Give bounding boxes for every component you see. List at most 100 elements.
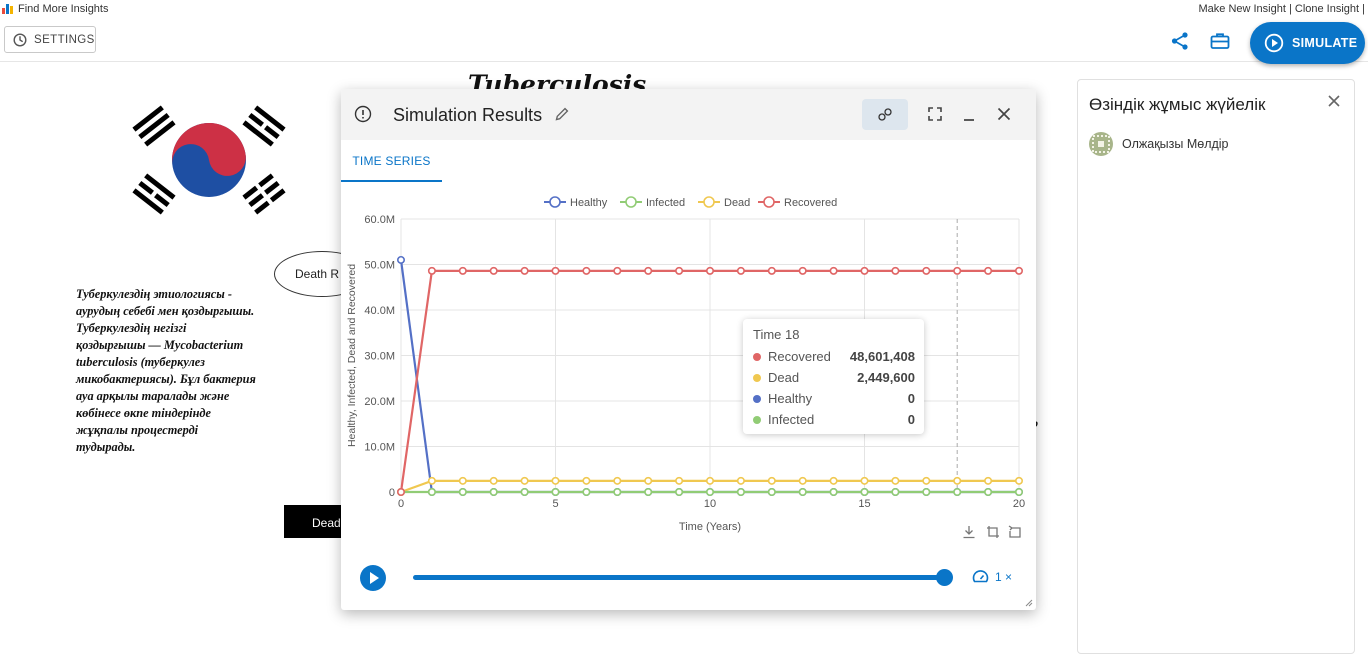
data-point-infected <box>427 487 436 496</box>
x-tick-label: 0 <box>398 498 404 510</box>
tooltip-row-value: 2,449,600 <box>857 370 915 385</box>
data-point-recovered <box>798 266 807 275</box>
right-info-panel: Өзіндік жұмыс жүйелік Олжақызы Мөлдір <box>1077 79 1355 654</box>
description-text: Туберкулездің этиологиясы - аурудың себе… <box>76 287 256 454</box>
data-point-infected <box>582 487 591 496</box>
data-point-dead <box>891 476 900 485</box>
legend-marker <box>549 196 561 208</box>
data-point-recovered <box>953 266 962 275</box>
compare-series-button[interactable] <box>862 99 908 130</box>
settings-button[interactable]: SETTINGS <box>4 26 96 53</box>
x-axis-title: Time (Years) <box>679 521 741 533</box>
legend-marker <box>703 196 715 208</box>
simulation-results-window: Simulation Results TIME SERIES 0 10.0M 2… <box>341 89 1036 610</box>
briefcase-icon[interactable] <box>1210 32 1230 50</box>
data-point-infected <box>551 487 560 496</box>
tooltip-title: Time 18 <box>753 327 800 342</box>
series-dot-icon <box>753 395 761 403</box>
hover-tooltip: Time 18 Recovered 48,601,408 Dead 2,449,… <box>743 319 924 434</box>
data-point-infected <box>798 487 807 496</box>
data-point-infected <box>613 487 622 496</box>
time-slider-knob[interactable] <box>936 569 953 586</box>
panel-title: Өзіндік жұмыс жүйелік <box>1089 95 1266 114</box>
play-circle-icon <box>1264 33 1284 53</box>
data-point-infected <box>705 487 714 496</box>
legend-label: Recovered <box>784 197 837 209</box>
data-point-infected <box>984 487 993 496</box>
data-point-recovered <box>1014 266 1023 275</box>
data-point-recovered <box>860 266 869 275</box>
y-tick-label: 50.0M <box>364 260 395 272</box>
data-point-dead <box>860 476 869 485</box>
tab-time-series[interactable]: TIME SERIES <box>341 140 442 182</box>
simulate-button[interactable]: SIMULATE <box>1250 22 1365 64</box>
y-tick-label: 20.0M <box>364 396 395 408</box>
tooltip-row: Infected 0 <box>753 412 915 427</box>
data-point-recovered <box>551 266 560 275</box>
data-point-recovered <box>922 266 931 275</box>
legend-item-healthy[interactable]: Healthy <box>544 196 608 209</box>
legend-marker <box>763 196 775 208</box>
share-icon[interactable] <box>1170 31 1190 51</box>
tooltip-row-label: Recovered <box>768 349 831 364</box>
settings-label: SETTINGS <box>34 33 95 46</box>
data-point-dead <box>984 476 993 485</box>
zoom-area-icon[interactable] <box>986 525 1000 539</box>
edit-pencil-icon[interactable] <box>554 106 570 122</box>
legend-item-infected[interactable]: Infected <box>620 196 685 209</box>
legend-label: Infected <box>646 197 685 209</box>
data-point-dead <box>675 476 684 485</box>
zoom-reset-icon[interactable] <box>1008 525 1022 539</box>
tooltip-row: Healthy 0 <box>753 391 915 406</box>
find-insights-link[interactable]: Find More Insights <box>2 3 108 15</box>
download-icon[interactable] <box>962 525 976 539</box>
data-point-recovered <box>829 266 838 275</box>
results-tab-bar: TIME SERIES <box>341 140 1036 182</box>
y-tick-label: 40.0M <box>364 305 395 317</box>
data-point-dead <box>458 476 467 485</box>
data-point-recovered <box>767 266 776 275</box>
data-point-recovered <box>427 266 436 275</box>
data-point-infected <box>520 487 529 496</box>
close-window-icon[interactable] <box>996 106 1012 122</box>
insight-links[interactable]: Make New Insight | Clone Insight | <box>1198 3 1365 15</box>
info-icon[interactable] <box>354 105 372 123</box>
data-point-dead <box>922 476 931 485</box>
clock-icon <box>13 32 27 47</box>
avatar <box>1089 132 1113 156</box>
data-point-infected <box>458 487 467 496</box>
window-title: Simulation Results <box>393 105 543 125</box>
data-point-infected <box>1014 487 1023 496</box>
data-point-dead <box>582 476 591 485</box>
legend-item-dead[interactable]: Dead <box>698 196 750 209</box>
play-button[interactable] <box>360 565 386 591</box>
window-header[interactable]: Simulation Results <box>341 89 1036 140</box>
data-point-recovered <box>520 266 529 275</box>
tooltip-row: Recovered 48,601,408 <box>753 349 915 364</box>
tooltip-row-value: 48,601,408 <box>849 349 915 364</box>
legend-item-recovered[interactable]: Recovered <box>758 196 837 209</box>
resize-handle-icon[interactable] <box>1025 599 1033 607</box>
data-point-recovered <box>458 266 467 275</box>
data-point-dead <box>767 476 776 485</box>
data-point-infected <box>922 487 931 496</box>
data-point-dead <box>705 476 714 485</box>
maximize-icon[interactable] <box>927 106 943 122</box>
time-series-chart[interactable]: 0 10.0M 20.0M 30.0M 40.0M 50.0M 60.0M 0 5 10 15 20 T… <box>341 182 1036 542</box>
minimize-icon[interactable] <box>961 106 977 122</box>
author-item[interactable]: Олжақызы Мөлдір <box>1089 132 1229 156</box>
x-tick-label: 15 <box>858 498 870 510</box>
speedometer-icon[interactable] <box>972 569 989 586</box>
speed-label[interactable]: 1 × <box>995 570 1012 584</box>
legend-label: Dead <box>724 197 750 209</box>
dead-stock-node[interactable]: Dead <box>284 505 344 538</box>
data-point-dead <box>551 476 560 485</box>
time-slider-track[interactable] <box>413 575 945 580</box>
data-point-infected <box>736 487 745 496</box>
data-point-dead <box>644 476 653 485</box>
data-point-dead <box>829 476 838 485</box>
data-point-recovered <box>613 266 622 275</box>
app-root: Find More Insights Make New Insight | Cl… <box>0 0 1368 657</box>
close-icon[interactable] <box>1325 92 1343 110</box>
data-point-recovered <box>984 266 993 275</box>
